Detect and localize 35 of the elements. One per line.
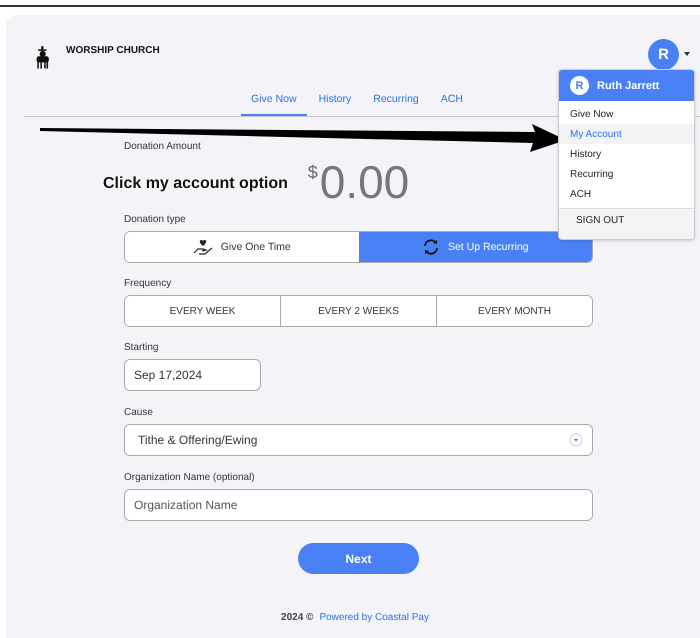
annotation-text: Click my account option bbox=[103, 175, 288, 193]
amount-value: 0.00 bbox=[320, 156, 410, 208]
refresh-icon bbox=[422, 238, 440, 256]
copyright-text: 2024 © bbox=[281, 612, 314, 623]
field-label: Frequency bbox=[124, 278, 172, 289]
field-label: Cause bbox=[124, 407, 153, 418]
church-name: WORSHIP CHURCH bbox=[66, 45, 160, 56]
cause-select[interactable]: Tithe & Offering/Ewing bbox=[124, 424, 593, 456]
menu-item[interactable]: My Account bbox=[559, 124, 694, 144]
menu-avatar: R bbox=[570, 76, 589, 95]
powered-by-link[interactable]: Powered by Coastal Pay bbox=[319, 612, 429, 623]
menu-item[interactable]: Recurring bbox=[559, 164, 694, 184]
field-label: Starting bbox=[124, 342, 158, 353]
menu-item[interactable]: ACH bbox=[559, 184, 694, 204]
nav-tab[interactable]: Recurring bbox=[363, 85, 429, 116]
date-field[interactable]: Sep 17,2024 bbox=[124, 359, 261, 391]
menu-item[interactable]: History bbox=[559, 144, 694, 164]
hand-heart-icon bbox=[192, 239, 213, 255]
avatar-button[interactable]: R bbox=[648, 38, 679, 70]
nav-tab[interactable]: History bbox=[308, 85, 362, 116]
field-label: Organization Name (optional) bbox=[124, 472, 255, 483]
frequency-button[interactable]: EVERY MONTH bbox=[436, 296, 592, 326]
caret-icon[interactable] bbox=[684, 52, 690, 56]
field-label: Donation type bbox=[124, 214, 186, 225]
menu-item[interactable]: Give Now bbox=[559, 104, 694, 124]
nav-tab[interactable]: Give Now bbox=[241, 85, 307, 116]
user-name: Ruth Jarrett bbox=[597, 80, 660, 92]
currency-symbol: $ bbox=[308, 162, 318, 183]
field-label: Donation Amount bbox=[124, 141, 201, 152]
nav-tab[interactable]: ACH bbox=[430, 85, 473, 116]
sign-out-button[interactable]: SIGN OUT bbox=[559, 209, 694, 239]
next-button[interactable]: Next bbox=[298, 543, 419, 574]
organization-name-field[interactable]: Organization Name bbox=[124, 489, 593, 521]
donation-type-button[interactable]: Set Up Recurring bbox=[358, 232, 592, 262]
dropdown-icon bbox=[569, 433, 583, 447]
